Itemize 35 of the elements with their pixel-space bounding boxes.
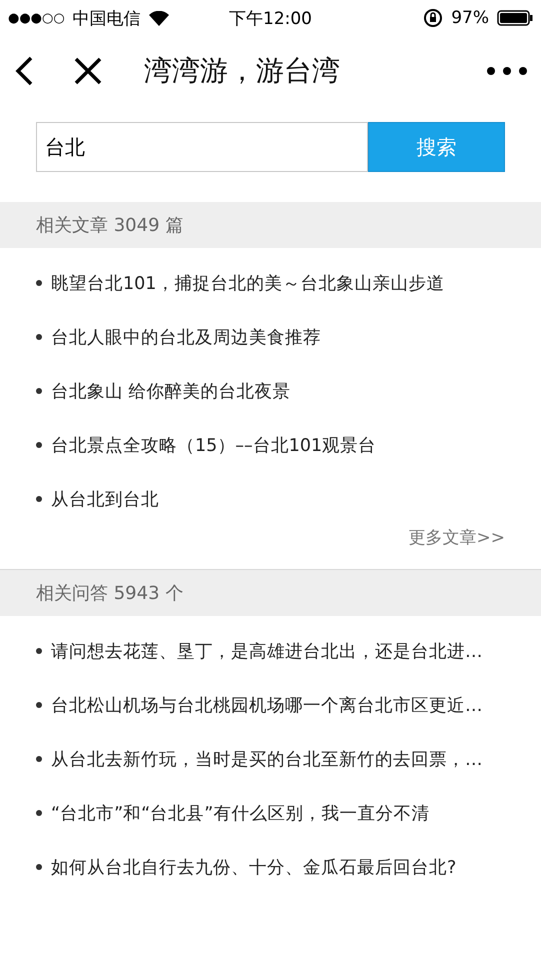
close-icon xyxy=(74,57,102,85)
bullet-icon xyxy=(36,648,42,654)
result-link[interactable]: 从台北去新竹玩，当时是买的台北至新竹的去回票，… xyxy=(0,732,541,786)
bullet-icon xyxy=(36,864,42,870)
result-link[interactable]: 台北人眼中的台北及周边美食推荐 xyxy=(0,310,541,364)
carrier-name: 中国电信 xyxy=(72,8,141,30)
rotation-lock-icon xyxy=(423,8,444,28)
clock-time: 下午12:00 xyxy=(229,8,312,30)
more-icon xyxy=(487,67,527,75)
result-link[interactable]: 台北象山 给你醉美的台北夜景 xyxy=(0,364,541,418)
result-link[interactable]: “台北市”和“台北县”有什么区别，我一直分不清 xyxy=(0,786,541,840)
section-header: 相关文章 3049 篇 xyxy=(0,202,541,248)
battery-percent: 97% xyxy=(451,8,489,28)
bullet-icon xyxy=(36,756,42,762)
result-link[interactable]: 从台北到台北 xyxy=(0,472,541,526)
signal-strength: ●●●○○ xyxy=(8,10,65,26)
search-field[interactable]: 台北 xyxy=(36,122,368,172)
wifi-icon xyxy=(148,10,169,26)
result-link[interactable]: 眺望台北101，捕捉台北的美～台北象山亲山步道 xyxy=(0,256,541,310)
result-link[interactable]: 请问想去花莲、垦丁，是高雄进台北出，还是台北进… xyxy=(0,624,541,678)
more-link[interactable]: 更多文章>> xyxy=(408,526,505,549)
result-link[interactable]: 台北景点全攻略（15）––台北101观景台 xyxy=(0,418,541,472)
bullet-icon xyxy=(36,442,42,448)
result-link[interactable]: 台北松山机场与台北桃园机场哪一个离台北市区更近… xyxy=(0,678,541,732)
bullet-icon xyxy=(36,334,42,340)
bullet-icon xyxy=(36,810,42,816)
back-icon xyxy=(14,56,34,86)
page-title: 湾湾游，游台湾 xyxy=(144,53,341,89)
battery-icon xyxy=(497,10,533,26)
bullet-icon xyxy=(36,702,42,708)
bullet-icon xyxy=(36,280,42,286)
bullet-icon xyxy=(36,388,42,394)
section-header: 相关问答 5943 个 xyxy=(0,570,541,616)
bullet-icon xyxy=(36,496,42,502)
result-link[interactable]: 如何从台北自行去九份、十分、金瓜石最后回台北? xyxy=(0,840,541,894)
